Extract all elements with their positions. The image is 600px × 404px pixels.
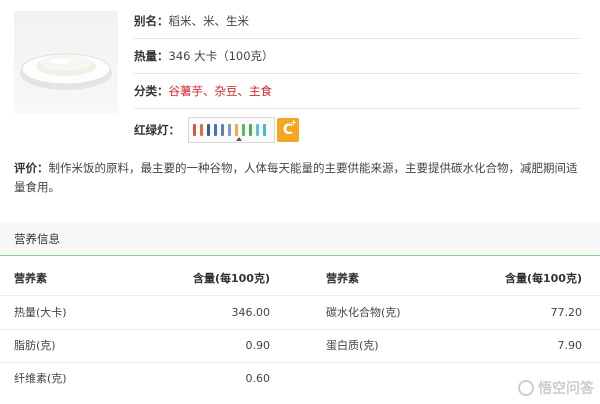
traffic-light-segment [249,124,252,136]
header-amount-left: 含量(每100克) [192,272,270,285]
traffic-light-segment [242,124,245,136]
nutrient-name: 纤维素(克) [14,372,67,385]
traffic-light-row: 红绿灯： C + [134,110,580,150]
alias-row: 别名： 稻米、米、生米 [134,3,580,39]
evaluation-body: 制作米饭的原料，最主要的一种谷物，人体每天能量的主要供能来源，主要提供碳水化合物… [14,161,578,194]
traffic-light-segment [263,124,266,136]
watermark-text: 悟空问答 [538,381,594,397]
evaluation-text: 评价：制作米饭的原料，最主要的一种谷物，人体每天能量的主要供能来源，主要提供碳水… [14,159,584,197]
calorie-label: 热量： [134,48,169,63]
traffic-light-segment [200,124,203,136]
header-nutrient-left: 营养素 [14,272,47,285]
traffic-light-scale [188,117,275,143]
calorie-row: 热量： 346 大卡（100克） [134,38,580,74]
nutrition-section-header: 营养信息 [0,222,600,256]
table-row: 纤维素(克) 0.60 [0,362,600,395]
nutrient-name: 热量(大卡) [14,306,67,319]
alias-value: 稻米、米、生米 [168,13,250,28]
traffic-light-segment [228,124,231,136]
nutrient-amount: 7.90 [557,339,583,352]
alias-label: 别名： [134,13,169,28]
header-amount-right: 含量(每100克) [504,272,582,285]
traffic-light-segment [256,124,259,136]
wukong-logo-icon [518,380,534,396]
traffic-light-segment [207,124,210,136]
table-row: 热量(大卡) 346.00 碳水化合物(克) 77.20 [0,296,600,330]
table-row: 脂肪(克) 0.90 蛋白质(克) 7.90 [0,329,600,363]
nutrient-name: 碳水化合物(克) [326,306,401,319]
evaluation-label: 评价： [14,161,49,175]
watermark: 悟空问答 [518,378,594,398]
category-label: 分类： [134,83,169,98]
traffic-light-label: 红绿灯： [134,123,180,137]
nutrient-amount: 0.60 [245,372,271,385]
traffic-light-pointer-icon [236,137,242,141]
traffic-light-segment [221,124,224,136]
category-value[interactable]: 谷薯芋、杂豆、主食 [169,83,273,99]
category-row: 分类： 谷薯芋、杂豆、主食 [134,73,580,109]
nutrient-amount: 346.00 [231,306,271,319]
traffic-light-segment [235,124,238,136]
calorie-value: 346 大卡（100克） [168,48,274,63]
header-nutrient-right: 营养素 [326,272,359,285]
nutrient-amount: 0.90 [245,339,271,352]
traffic-light-segment [214,124,217,136]
nutrient-name: 脂肪(克) [14,339,56,352]
nutrition-table-header: 营养素 含量(每100克) 营养素 含量(每100克) [0,262,600,296]
nutrition-title: 营养信息 [14,231,60,246]
food-detail-page: 别名： 稻米、米、生米 热量： 346 大卡（100克） 分类： 谷薯芋、杂豆、… [0,0,600,404]
grade-plus: + [290,118,297,127]
rice-image [14,11,118,113]
traffic-light-grade-badge[interactable]: C + [277,118,299,142]
nutrient-amount: 77.20 [550,306,583,319]
traffic-light-segment [193,124,196,136]
nutrient-name: 蛋白质(克) [326,339,379,352]
